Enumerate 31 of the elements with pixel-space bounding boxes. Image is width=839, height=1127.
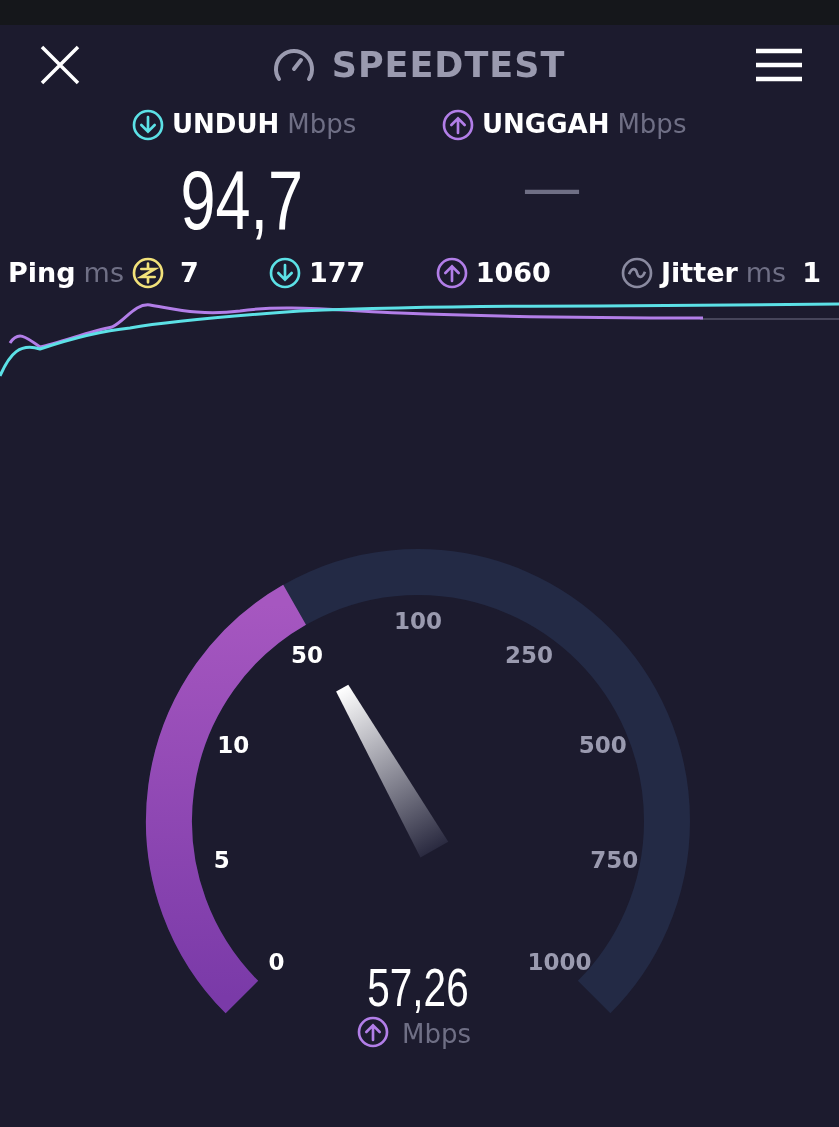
stat-value: 1 xyxy=(802,255,821,290)
menu-button[interactable] xyxy=(755,48,803,82)
gauge-tick-label: 250 xyxy=(505,641,554,668)
unit-label: ms xyxy=(745,255,787,290)
result-value: 94,7 xyxy=(180,158,304,242)
speedometer-icon xyxy=(271,47,316,83)
stat-label: Jitter xyxy=(661,255,738,290)
unit-label: Mbps xyxy=(617,108,687,141)
gauge-tick-label: 500 xyxy=(578,731,627,758)
gauge-tick-label: 50 xyxy=(290,641,323,668)
unit-label: Mbps xyxy=(287,108,357,141)
gauge-tick-label: 100 xyxy=(394,608,442,634)
wave-icon xyxy=(621,257,654,289)
gauge-tick-label: 1000 xyxy=(527,949,592,976)
gauge-tick-label: 750 xyxy=(590,847,639,873)
lightning-icon xyxy=(131,257,164,289)
result-label: UNGGAH xyxy=(482,108,610,141)
unit-label: ms xyxy=(83,255,124,290)
app-title: SPEEDTEST xyxy=(331,43,566,87)
speed-reading: 57,26 xyxy=(367,957,469,1018)
gauge-tick-label: 0 xyxy=(268,949,285,976)
unit-label: Mbps xyxy=(402,1019,471,1049)
result-label: UNDUH xyxy=(172,108,280,141)
gauge-tick-label: 10 xyxy=(217,731,250,758)
gauge-tick-label: 5 xyxy=(213,847,230,873)
close-button[interactable] xyxy=(38,43,82,87)
stat-value: 7 xyxy=(179,255,199,290)
stat-value: 177 xyxy=(309,255,366,290)
stat-label: Ping xyxy=(8,255,76,290)
result-value: — xyxy=(522,153,582,223)
stat-value: 1060 xyxy=(475,255,551,290)
